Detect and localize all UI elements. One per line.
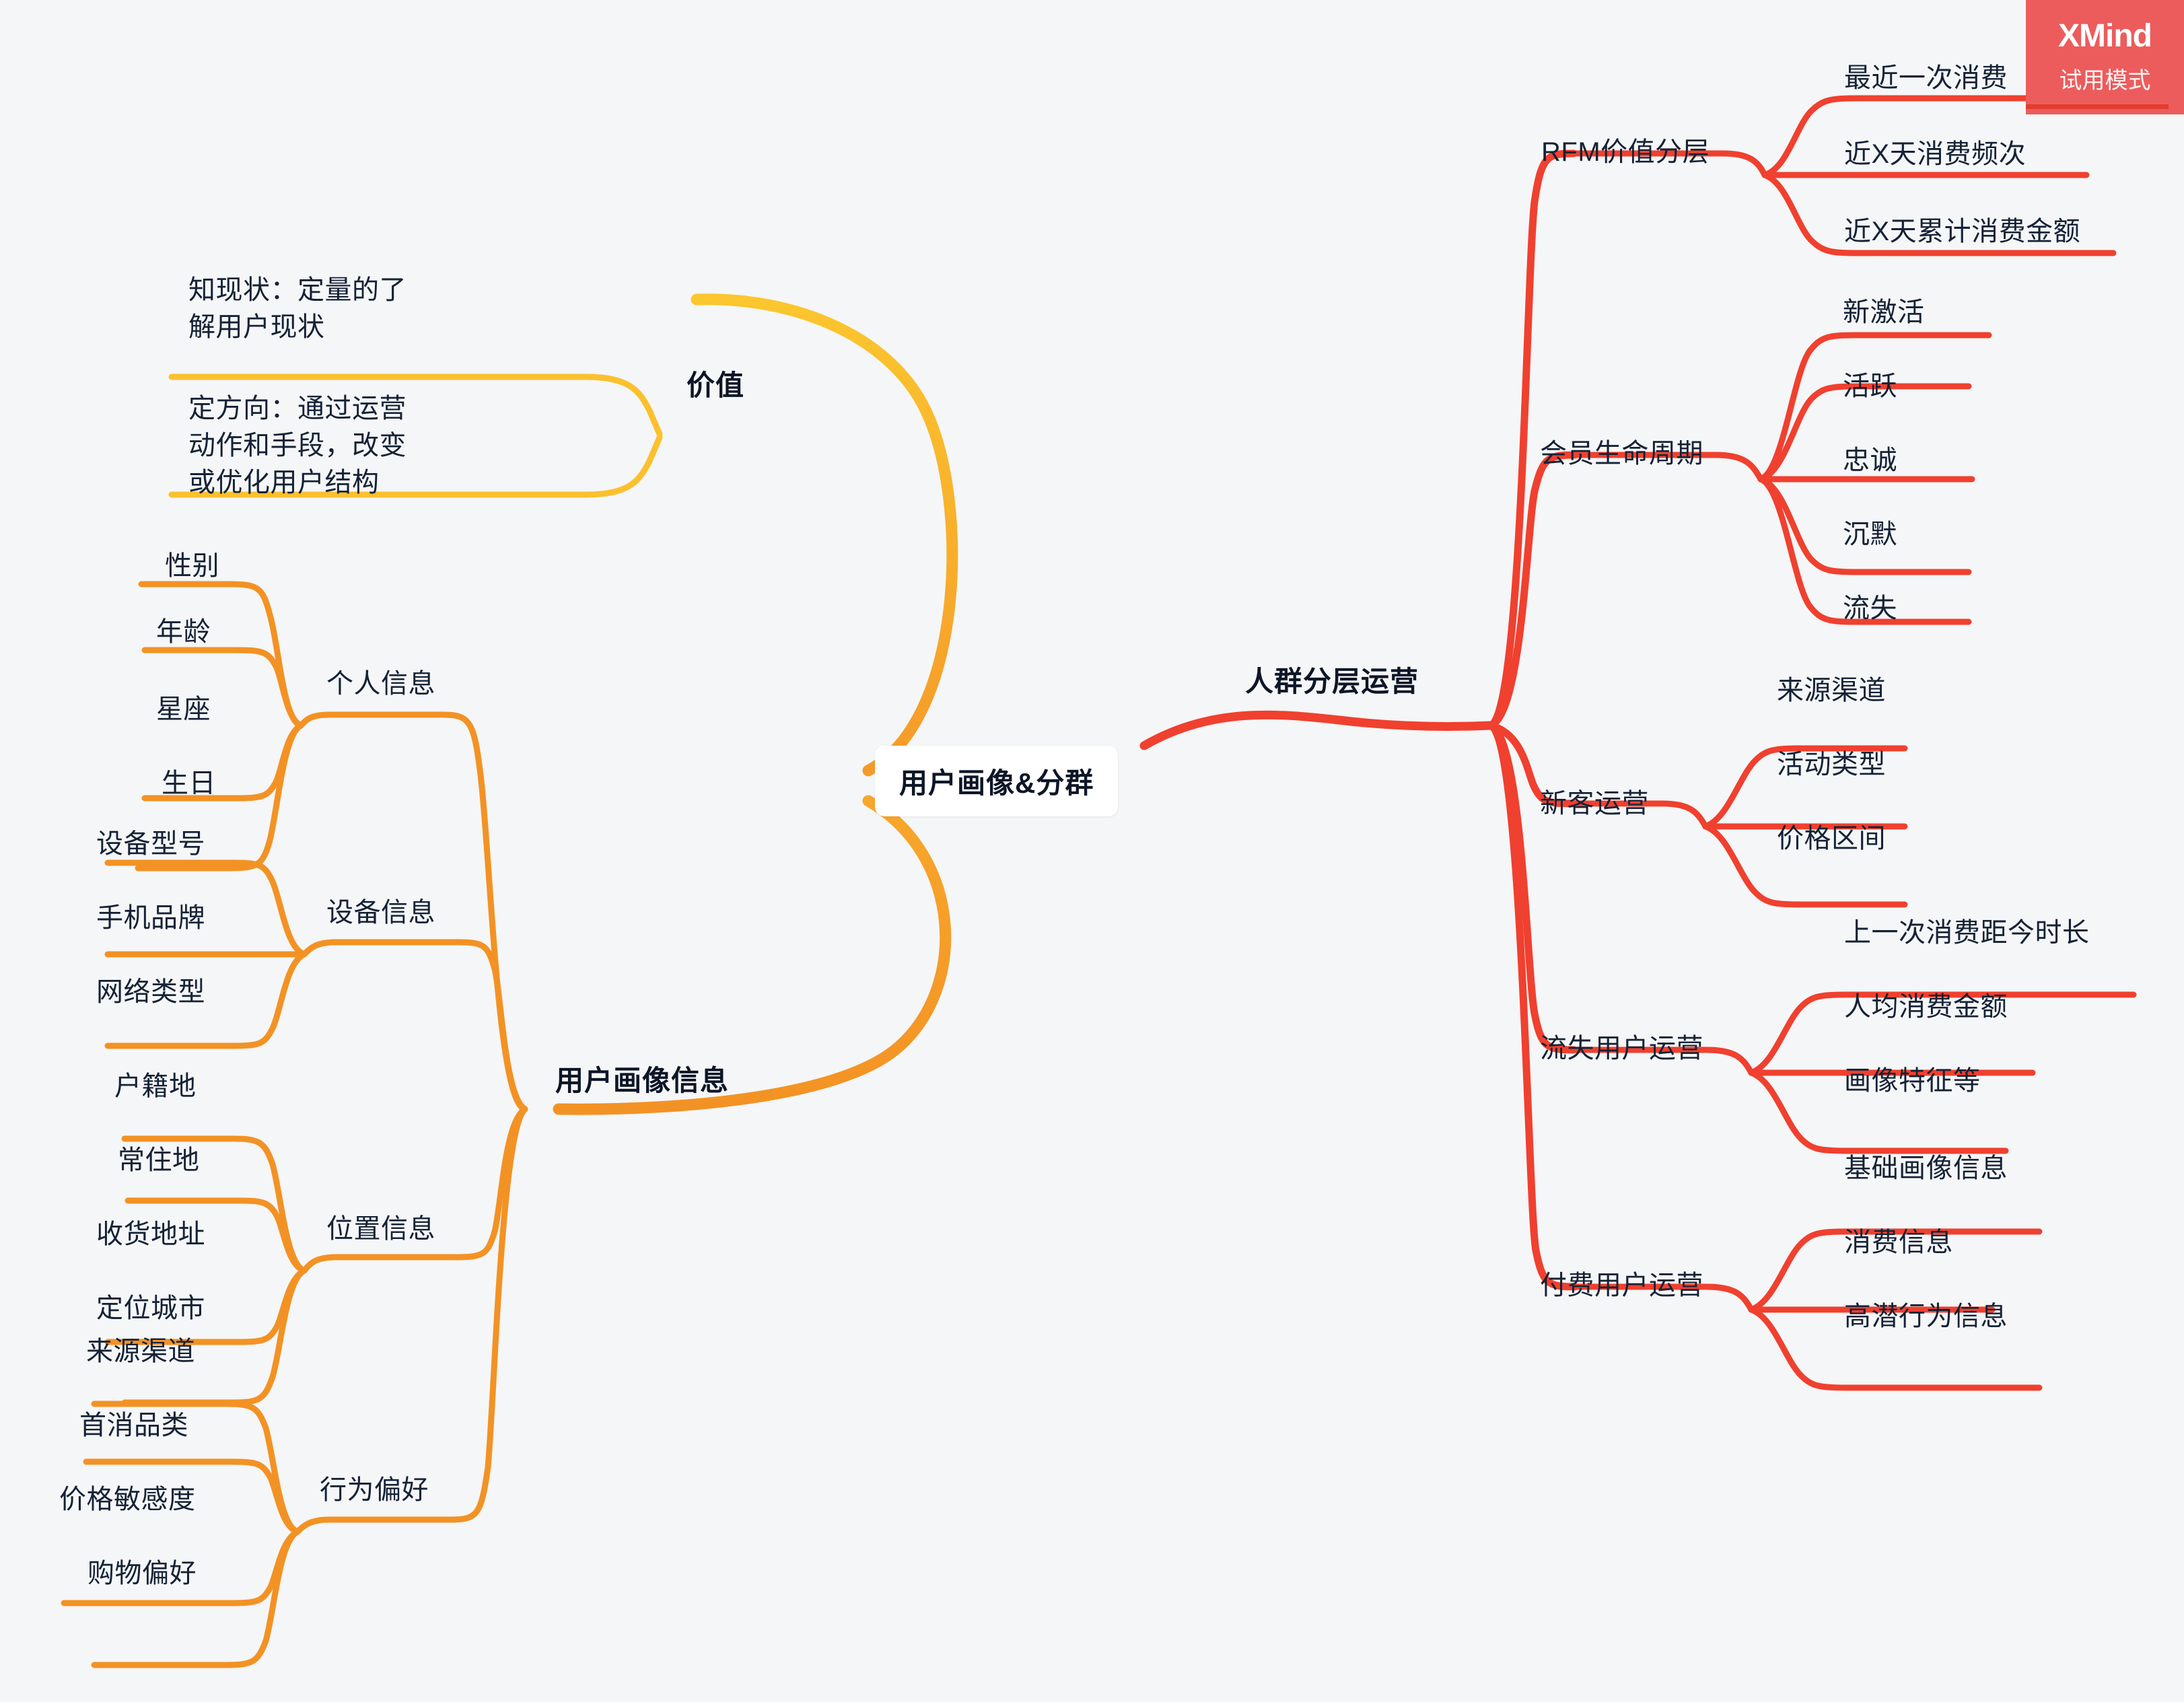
leaf-source-channel-profile[interactable]: 来源渠道 — [86, 1334, 195, 1370]
leaf-price-sensitivity[interactable]: 价格敏感度 — [59, 1482, 196, 1518]
mindmap-canvas: 用户画像&分群 价值 用户画像信息 人群分层运营 知现状：定量的了解用户现状 定… — [0, 0, 2184, 1702]
leaf-first-purchase-category[interactable]: 首消品类 — [79, 1408, 188, 1444]
leaf-active[interactable]: 活跃 — [1843, 369, 1897, 404]
leaf-cumulative-amount-x-days[interactable]: 近X天累计消费金额 — [1844, 214, 2080, 250]
leaf-zodiac[interactable]: 星座 — [156, 692, 211, 728]
branch-label-segmentation[interactable]: 人群分层运营 — [1245, 663, 1419, 700]
segmentation-group-paid-user[interactable]: 付费用户运营 — [1540, 1268, 1703, 1304]
leaf-located-city[interactable]: 定位城市 — [96, 1291, 205, 1326]
leaf-birthday[interactable]: 生日 — [162, 766, 216, 802]
leaf-dormant[interactable]: 沉默 — [1843, 517, 1897, 553]
segmentation-group-churned-user[interactable]: 流失用户运营 — [1540, 1031, 1703, 1067]
leaf-time-since-last-purchase[interactable]: 上一次消费距今时长 — [1844, 915, 2090, 951]
leaf-shopping-preference[interactable]: 购物偏好 — [87, 1556, 197, 1592]
xmind-badge-bar — [2026, 104, 2169, 109]
profile-group-behavior-preference[interactable]: 行为偏好 — [320, 1473, 429, 1508]
leaf-churned[interactable]: 流失 — [1843, 591, 1897, 627]
leaf-gender[interactable]: 性别 — [165, 548, 219, 584]
value-child-know-status[interactable]: 知现状：定量的了解用户现状 — [188, 272, 417, 346]
branch-label-user-profile[interactable]: 用户画像信息 — [555, 1062, 729, 1099]
root-node[interactable]: 用户画像&分群 — [875, 746, 1119, 816]
xmind-watermark-badge: XMind 试用模式 — [2026, 0, 2184, 114]
leaf-age[interactable]: 年龄 — [156, 614, 211, 650]
segmentation-group-member-lifecycle[interactable]: 会员生命周期 — [1540, 436, 1703, 472]
leaf-basic-profile-info[interactable]: 基础画像信息 — [1844, 1151, 2008, 1186]
leaf-device-model[interactable]: 设备型号 — [96, 826, 205, 862]
segmentation-group-rfm[interactable]: RFM价值分层 — [1541, 135, 1710, 170]
leaf-network-type[interactable]: 网络类型 — [96, 974, 205, 1010]
profile-group-location-info[interactable]: 位置信息 — [326, 1211, 435, 1247]
profile-group-personal-info[interactable]: 个人信息 — [326, 666, 435, 702]
leaf-shipping-address[interactable]: 收货地址 — [96, 1217, 205, 1252]
leaf-newly-activated[interactable]: 新激活 — [1843, 295, 1925, 330]
leaf-consumption-info[interactable]: 消费信息 — [1844, 1225, 1953, 1261]
profile-group-device-info[interactable]: 设备信息 — [326, 895, 435, 931]
xmind-trial-mode-text: 试用模式 — [2059, 68, 2151, 94]
segmentation-group-new-customer[interactable]: 新客运营 — [1540, 786, 1649, 822]
leaf-loyal[interactable]: 忠诚 — [1843, 443, 1897, 478]
branch-label-value[interactable]: 价值 — [686, 367, 744, 404]
leaf-price-range[interactable]: 价格区间 — [1777, 821, 1886, 857]
leaf-purchase-frequency-x-days[interactable]: 近X天消费频次 — [1844, 137, 2026, 172]
leaf-registered-residence[interactable]: 户籍地 — [114, 1069, 197, 1104]
leaf-high-potential-behavior-info[interactable]: 高潜行为信息 — [1844, 1299, 2008, 1335]
value-child-set-direction[interactable]: 定方向：通过运营动作和手段，改变或优化用户结构 — [188, 390, 417, 502]
leaf-current-residence[interactable]: 常住地 — [118, 1143, 200, 1178]
leaf-last-purchase[interactable]: 最近一次消费 — [1844, 61, 2008, 96]
leaf-activity-type[interactable]: 活动类型 — [1777, 747, 1886, 783]
leaf-profile-features[interactable]: 画像特征等 — [1844, 1063, 1981, 1099]
leaf-source-channel-newcustomer[interactable]: 来源渠道 — [1777, 673, 1886, 709]
leaf-phone-brand[interactable]: 手机品牌 — [96, 900, 205, 936]
xmind-logo-text: XMind — [2058, 18, 2152, 54]
leaf-avg-purchase-amount[interactable]: 人均消费金额 — [1844, 989, 2008, 1025]
